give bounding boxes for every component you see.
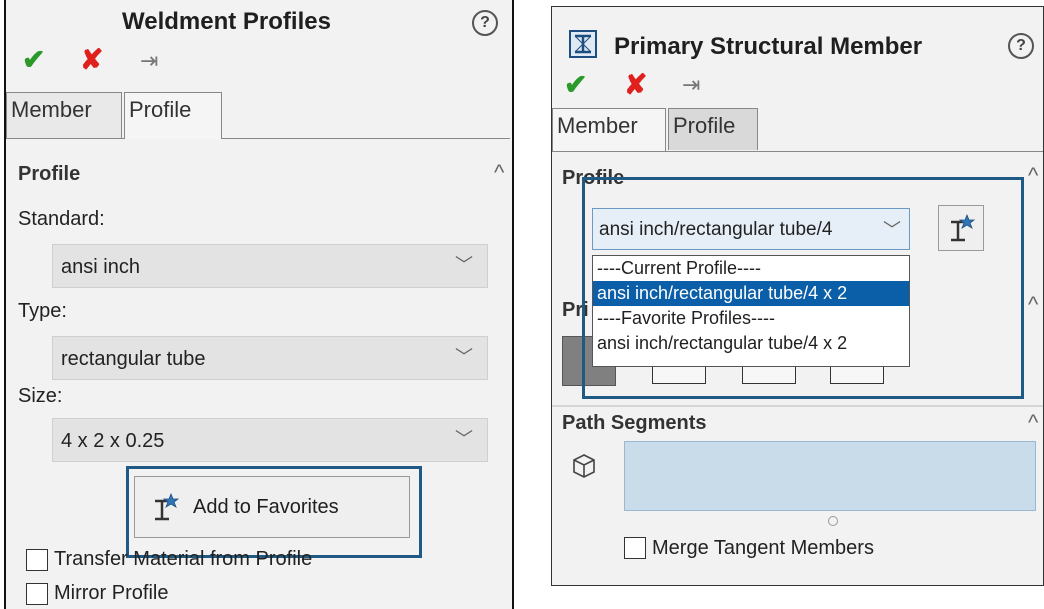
tab-profile[interactable]: Profile — [668, 108, 758, 150]
structural-member-icon — [569, 30, 597, 58]
collapse-caret-icon[interactable]: ^ — [1028, 163, 1038, 189]
tab-strip: Member Profile — [552, 107, 1043, 152]
collapse-caret-icon[interactable]: ^ — [494, 160, 504, 186]
tab-profile[interactable]: Profile — [124, 92, 222, 139]
ok-check-icon[interactable]: ✔ — [22, 43, 45, 76]
help-icon[interactable]: ? — [472, 10, 498, 36]
cancel-x-icon[interactable]: ✘ — [80, 43, 103, 76]
add-favorite-profile-icon — [951, 214, 975, 242]
add-to-favorites-button[interactable]: Add to Favorites — [134, 476, 410, 538]
collapse-caret-icon[interactable]: ^ — [1028, 292, 1038, 318]
dropdown-group-header: ----Current Profile---- — [597, 258, 761, 278]
primary-structural-member-panel: Primary Structural Member ? ✔ ✘ ⇥ Member… — [551, 6, 1044, 586]
standard-value: ansi inch — [61, 256, 140, 278]
ok-check-icon[interactable]: ✔ — [564, 68, 587, 101]
size-label: Size: — [18, 385, 63, 407]
type-select[interactable]: rectangular tube ﹀ — [52, 336, 488, 380]
profile-dropdown-list: ----Current Profile---- ansi inch/rectan… — [592, 255, 910, 367]
type-label: Type: — [18, 300, 67, 322]
add-favorite-profile-icon — [155, 493, 179, 521]
dropdown-item[interactable]: ansi inch/rectangular tube/4 x 2 — [593, 331, 909, 356]
path-segment-cube-icon — [573, 454, 595, 478]
pin-icon[interactable]: ⇥ — [682, 72, 700, 98]
path-segments-selection-box[interactable] — [624, 441, 1036, 511]
section-divider — [552, 405, 1043, 407]
add-favorite-button[interactable] — [938, 205, 984, 251]
profile-combobox[interactable]: ansi inch/rectangular tube/4 ﹀ — [592, 208, 910, 250]
mirror-profile-label: Mirror Profile — [54, 582, 169, 604]
cancel-x-icon[interactable]: ✘ — [624, 68, 647, 101]
dropdown-group-header: ----Favorite Profiles---- — [597, 308, 775, 328]
resize-handle[interactable] — [828, 516, 838, 526]
size-select[interactable]: 4 x 2 x 0.25 ﹀ — [52, 418, 488, 462]
chevron-down-icon: ﹀ — [455, 429, 473, 449]
chevron-down-icon: ﹀ — [455, 347, 473, 367]
profile-section-header: Profile — [18, 163, 81, 185]
transfer-material-label: Transfer Material from Profile — [54, 548, 313, 570]
chevron-down-icon: ﹀ — [455, 255, 473, 275]
collapse-caret-icon[interactable]: ^ — [1028, 410, 1038, 436]
dropdown-item[interactable]: ansi inch/rectangular tube/4 x 2 — [593, 281, 909, 306]
transfer-material-checkbox[interactable] — [26, 549, 48, 571]
pin-icon[interactable]: ⇥ — [140, 48, 158, 74]
tab-member[interactable]: Member — [6, 92, 122, 138]
help-icon[interactable]: ? — [1008, 33, 1034, 59]
merge-tangent-checkbox[interactable] — [624, 537, 646, 559]
panel-title: Weldment Profiles — [122, 8, 331, 35]
standard-select[interactable]: ansi inch ﹀ — [52, 244, 488, 288]
path-segments-header: Path Segments — [562, 412, 707, 434]
profile-combobox-value: ansi inch/rectangular tube/4 — [599, 219, 833, 240]
mirror-profile-checkbox[interactable] — [26, 583, 48, 605]
size-value: 4 x 2 x 0.25 — [61, 430, 165, 452]
standard-label: Standard: — [18, 208, 105, 230]
tab-member[interactable]: Member — [552, 108, 666, 151]
type-value: rectangular tube — [61, 348, 206, 370]
merge-tangent-label: Merge Tangent Members — [652, 537, 874, 559]
panel-title: Primary Structural Member — [614, 33, 923, 60]
chevron-down-icon: ﹀ — [883, 220, 901, 240]
add-to-favorites-label: Add to Favorites — [193, 496, 339, 518]
tab-strip: Member Profile — [6, 90, 510, 139]
weldment-profiles-panel: Weldment Profiles ? ✔ ✘ ⇥ Member Profile… — [4, 0, 514, 609]
